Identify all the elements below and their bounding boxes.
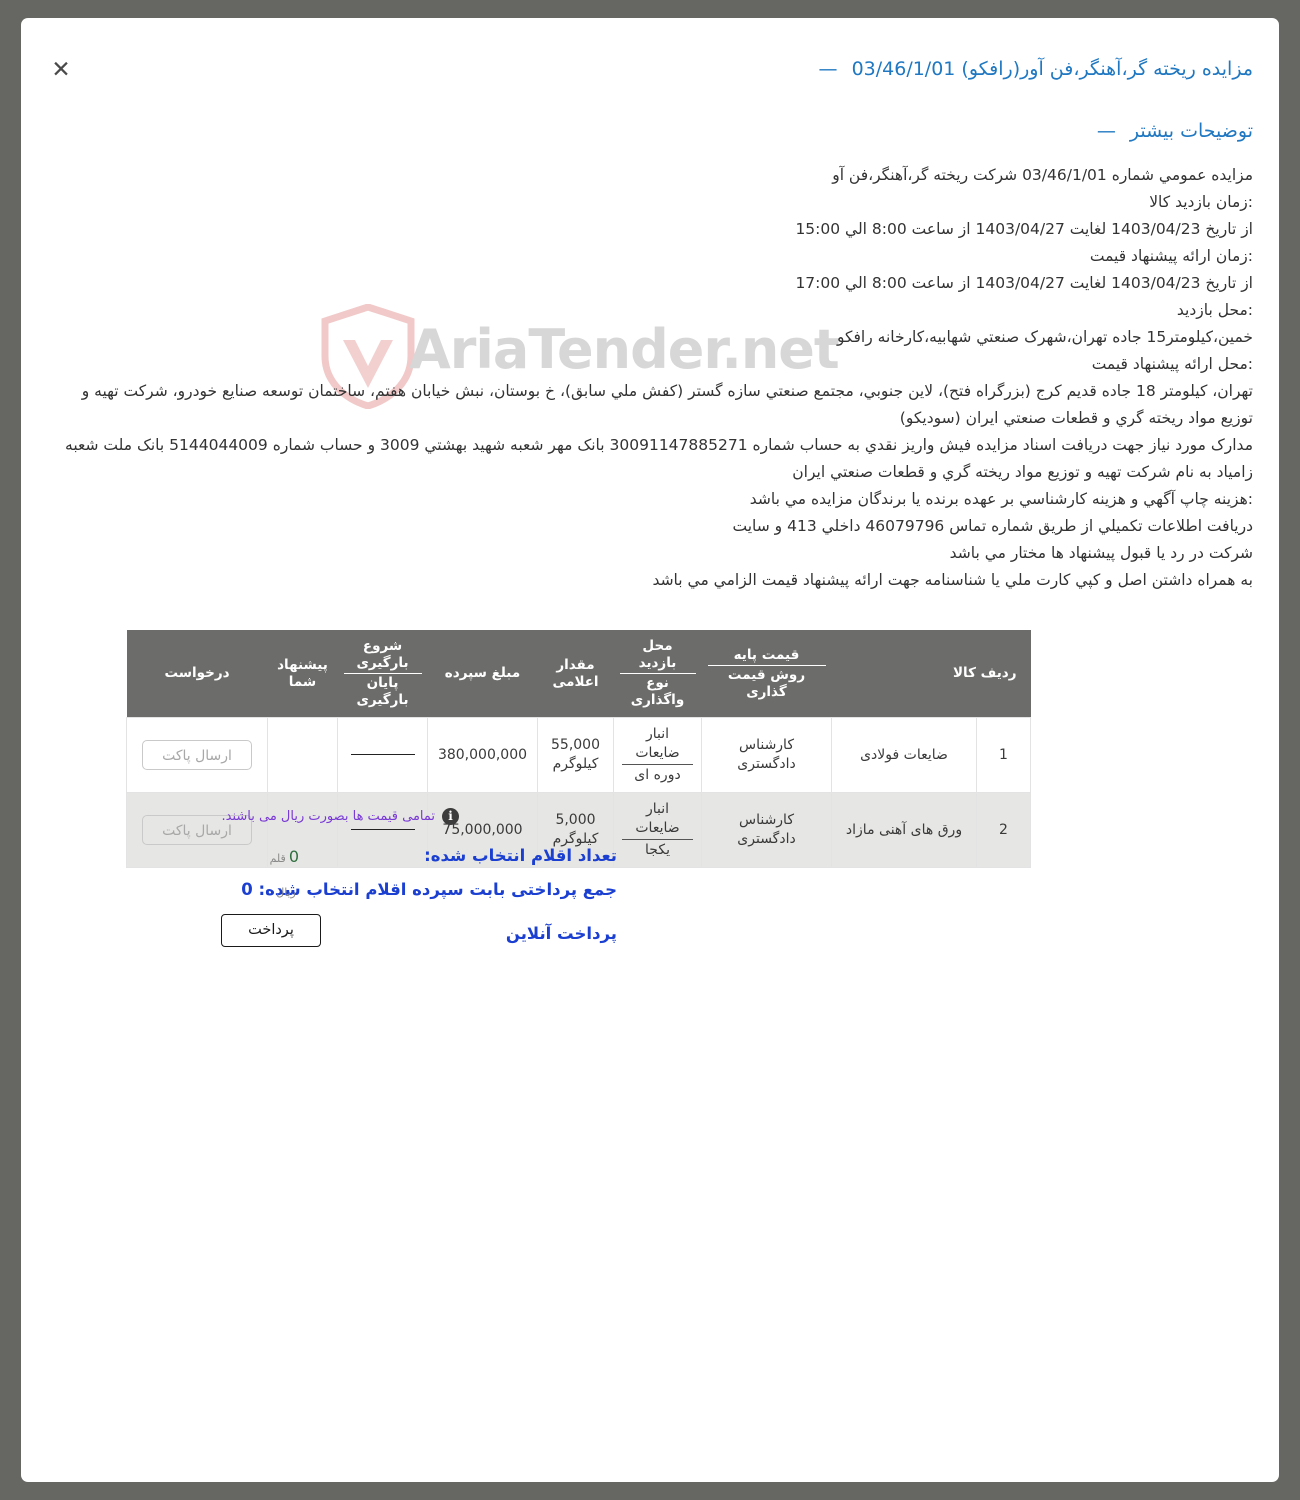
selected-items-value: 0 xyxy=(288,847,299,866)
desc-line: تهران، کیلومتر 18 جاده قدیم کرج (بزرگراه… xyxy=(81,382,1253,427)
title-dash-icon: — xyxy=(818,58,838,80)
cell-loading xyxy=(337,717,428,793)
table-header-row: ردیف کالا قیمت پایه روش قیمت گذاری محل ب… xyxy=(126,630,1031,718)
currency-note-text: تمامی قیمت ها بصورت ریال می باشند. xyxy=(221,809,436,824)
col-visit-place-top: محل بازدید xyxy=(619,638,696,674)
desc-line: دریافت اطلاعات تکمیلي از طریق شماره تماس… xyxy=(732,517,1253,535)
desc-line: به همراه داشتن اصل و کپي کارت ملي یا شنا… xyxy=(652,571,1253,589)
col-declared-amount: مقدار اعلامی xyxy=(537,630,614,718)
info-icon: i xyxy=(442,808,459,825)
col-your-offer: پیشنهاد شما xyxy=(267,630,338,718)
table-header: ردیف کالا قیمت پایه روش قیمت گذاری محل ب… xyxy=(126,630,1031,718)
cell-deposit: 380,000,000 xyxy=(427,717,538,793)
more-details-label: توضیحات بیشتر xyxy=(1129,120,1253,142)
desc-line: :محل بازدید xyxy=(1176,301,1253,319)
cell-visit-place-top: انبار ضایعات xyxy=(622,725,693,765)
col-loading-bottom: پایان بارگیری xyxy=(356,675,409,708)
page-title: مزایده ریخته گر،آهنگر،فن آور(رافکو) 03/4… xyxy=(819,58,1253,80)
total-deposit-unit: ریال xyxy=(276,886,296,899)
col-base-price-bottom: روش قیمت گذاری xyxy=(727,666,806,700)
cell-visit-place-bottom: دوره ای xyxy=(634,767,681,783)
selected-items-label: تعداد اقلام انتخاب شده: xyxy=(424,846,617,865)
cell-declared-amount-unit: کیلوگرم xyxy=(552,756,599,772)
cell-declared-amount-value: 55,000 xyxy=(551,737,600,753)
col-request: درخواست xyxy=(126,630,268,718)
currency-note: i تمامی قیمت ها بصورت ریال می باشند. xyxy=(221,808,459,825)
desc-line: شرکت در رد یا قبول پیشنهاد ها مختار مي ب… xyxy=(949,544,1253,562)
selected-items-unit: قلم xyxy=(269,852,286,865)
desc-line: :محل ارائه پیشنهاد قیمت xyxy=(1091,355,1253,373)
col-loading: شروع بارگیری پایان بارگیری xyxy=(337,630,428,718)
desc-line: مزایده عمومي شماره 03/46/1/01 شرکت ریخته… xyxy=(832,166,1253,184)
desc-line: خمین،کیلومتر15 جاده تهران،شهرک صنعتي شها… xyxy=(836,328,1253,346)
desc-line: :زمان بازدید کالا xyxy=(1149,193,1253,211)
col-visit-place-bottom: نوع واگذاری xyxy=(630,675,685,708)
auction-title: مزایده ریخته گر،آهنگر،فن آور(رافکو) 03/4… xyxy=(851,58,1253,80)
desc-line: :هزینه چاپ آگهي و هزینه کارشناسي بر عهده… xyxy=(749,490,1253,508)
loading-empty-icon xyxy=(350,829,415,830)
cell-declared-amount-value: 5,000 xyxy=(555,812,596,828)
selected-items-value-group: 0قلم xyxy=(270,847,299,866)
total-deposit-row: جمع پرداختی بابت سپرده اقلام انتخاب شده:… xyxy=(21,880,1279,914)
close-icon[interactable]: ✕ xyxy=(47,56,75,84)
selected-items-row: تعداد اقلام انتخاب شده: 0قلم xyxy=(21,846,1279,880)
online-payment-link[interactable]: پرداخت آنلاین xyxy=(506,924,617,943)
cell-goods: ضایعات فولادی xyxy=(831,717,977,793)
more-details-heading: توضیحات بیشتر — xyxy=(1097,120,1253,142)
cell-request: ارسال پاکت xyxy=(126,717,268,793)
col-deposit-amount: مبلغ سپرده xyxy=(427,630,538,718)
cell-visit-place: انبار ضایعات دوره ای xyxy=(613,717,702,793)
pay-button[interactable]: پرداخت xyxy=(221,914,321,947)
loading-empty-icon xyxy=(350,754,415,755)
col-visit-place: محل بازدید نوع واگذاری xyxy=(613,630,702,718)
more-details-dash-icon: — xyxy=(1096,120,1116,142)
auction-detail-modal: AriaTender.net ✕ مزایده ریخته گر،آهنگر،ف… xyxy=(21,18,1279,1482)
cell-row-index: 1 xyxy=(976,717,1031,793)
table-body: 1 ضایعات فولادی کارشناس دادگستری انبار ض… xyxy=(126,717,1031,868)
cell-declared-amount: 55,000 کیلوگرم xyxy=(537,717,614,793)
items-table-wrapper: ردیف کالا قیمت پایه روش قیمت گذاری محل ب… xyxy=(126,630,1031,868)
total-deposit-value-group: ریال xyxy=(276,881,299,900)
send-packet-button[interactable]: ارسال پاکت xyxy=(142,740,252,770)
items-table: ردیف کالا قیمت پایه روش قیمت گذاری محل ب… xyxy=(126,630,1031,868)
desc-line: :زمان ارائه پیشنهاد قیمت xyxy=(1089,247,1253,265)
col-base-price-top: قیمت پایه xyxy=(707,647,826,666)
summary-section: تعداد اقلام انتخاب شده: 0قلم جمع پرداختی… xyxy=(21,846,1279,947)
desc-line: از تاریخ 1403/04/23 لغایت 1403/04/27 از … xyxy=(795,274,1253,292)
col-row-goods: ردیف کالا xyxy=(831,630,1031,718)
col-loading-top: شروع بارگیری xyxy=(343,638,422,674)
col-base-price: قیمت پایه روش قیمت گذاری xyxy=(701,630,832,718)
description-body: مزایده عمومي شماره 03/46/1/01 شرکت ریخته… xyxy=(47,162,1253,594)
cell-your-offer[interactable] xyxy=(267,717,338,793)
cell-visit-place-top: انبار ضایعات xyxy=(622,800,693,840)
cell-base-price-method: کارشناس دادگستری xyxy=(701,717,832,793)
desc-line: از تاریخ 1403/04/23 لغایت 1403/04/27 از … xyxy=(795,220,1253,238)
desc-line: مدارک مورد نیاز جهت دریافت اسناد مزایده … xyxy=(65,436,1253,481)
table-row[interactable]: 1 ضایعات فولادی کارشناس دادگستری انبار ض… xyxy=(126,717,1031,793)
